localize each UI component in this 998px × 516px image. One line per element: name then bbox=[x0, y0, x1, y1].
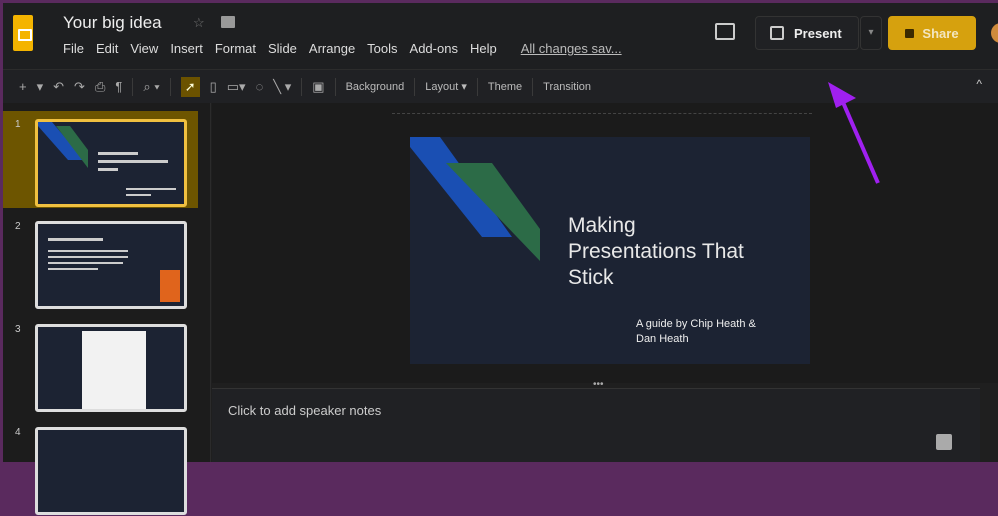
annotation-arrow bbox=[828, 82, 880, 184]
